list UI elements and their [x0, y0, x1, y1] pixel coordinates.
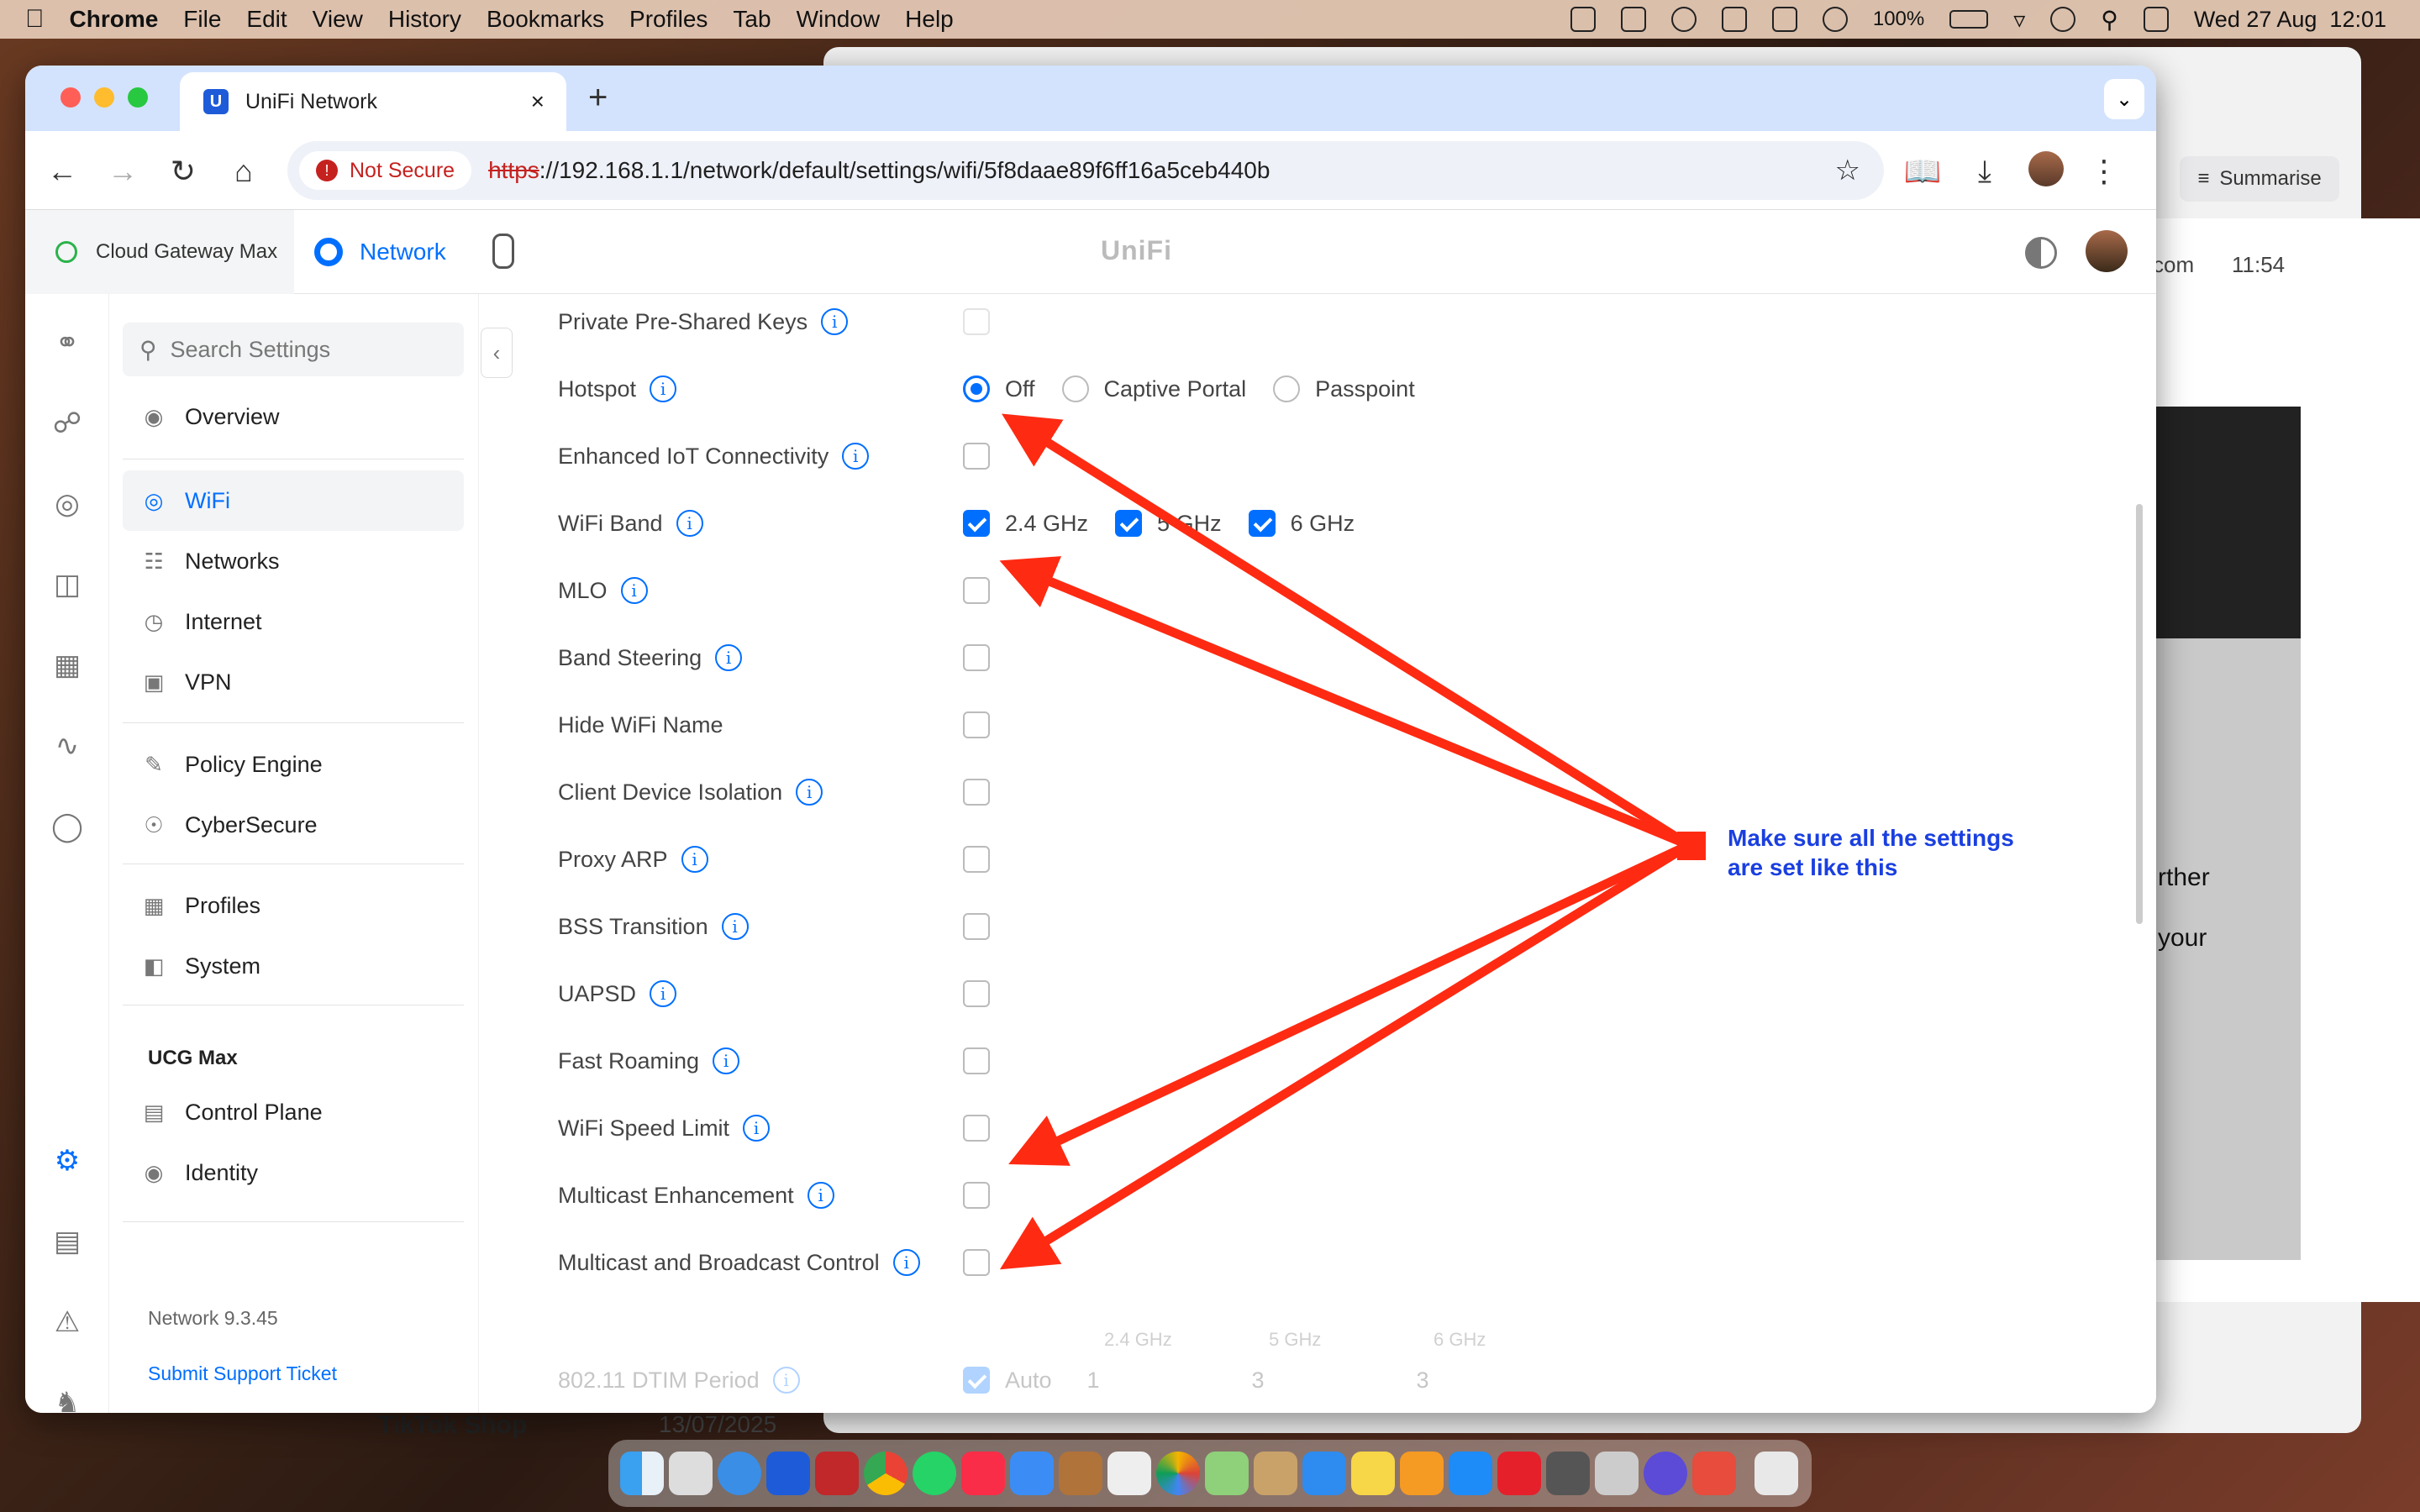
- macos-dock: [608, 1440, 1812, 1507]
- maps-icon[interactable]: [1205, 1452, 1249, 1495]
- automator-icon[interactable]: [1595, 1452, 1639, 1495]
- finder-icon[interactable]: [620, 1452, 664, 1495]
- trash-icon[interactable]: [1754, 1452, 1798, 1495]
- panda-icon[interactable]: [1107, 1452, 1151, 1495]
- chrome-icon[interactable]: [864, 1452, 908, 1495]
- launchpad-icon[interactable]: [669, 1452, 713, 1495]
- safari-icon[interactable]: [718, 1452, 761, 1495]
- unifi-app-icon[interactable]: [766, 1452, 810, 1495]
- target-icon[interactable]: [1497, 1452, 1541, 1495]
- annotation-text: Make sure all the settings are set like …: [1728, 823, 2014, 882]
- contacts-icon[interactable]: [1254, 1452, 1297, 1495]
- whatsapp-icon[interactable]: [913, 1452, 956, 1495]
- calculator-icon[interactable]: [1546, 1452, 1590, 1495]
- mail-icon[interactable]: [1010, 1452, 1054, 1495]
- app-store-icon[interactable]: [1449, 1452, 1492, 1495]
- sonos-icon[interactable]: [1059, 1452, 1102, 1495]
- pages-icon[interactable]: [1400, 1452, 1444, 1495]
- annotation-line-2: are set like this: [1728, 854, 1898, 880]
- arrow-origin-square: [1677, 832, 1706, 860]
- annotation-line-1: Make sure all the settings: [1728, 825, 2014, 851]
- keynote-icon[interactable]: [1302, 1452, 1346, 1495]
- audio-icon[interactable]: [1644, 1452, 1687, 1495]
- notes-icon[interactable]: [1351, 1452, 1395, 1495]
- arrow-to-multicast-enhancement: [1008, 840, 1694, 1166]
- arrow-to-multicast-broadcast: [999, 840, 1694, 1270]
- photos-icon[interactable]: [1156, 1452, 1200, 1495]
- system-info-icon[interactable]: [1692, 1452, 1736, 1495]
- arrow-to-wifi-band: [999, 556, 1694, 850]
- vision-ip-icon[interactable]: [815, 1452, 859, 1495]
- music-icon[interactable]: [961, 1452, 1005, 1495]
- arrow-to-hotspot: [1002, 413, 1694, 850]
- annotation-arrows: [999, 413, 1706, 1270]
